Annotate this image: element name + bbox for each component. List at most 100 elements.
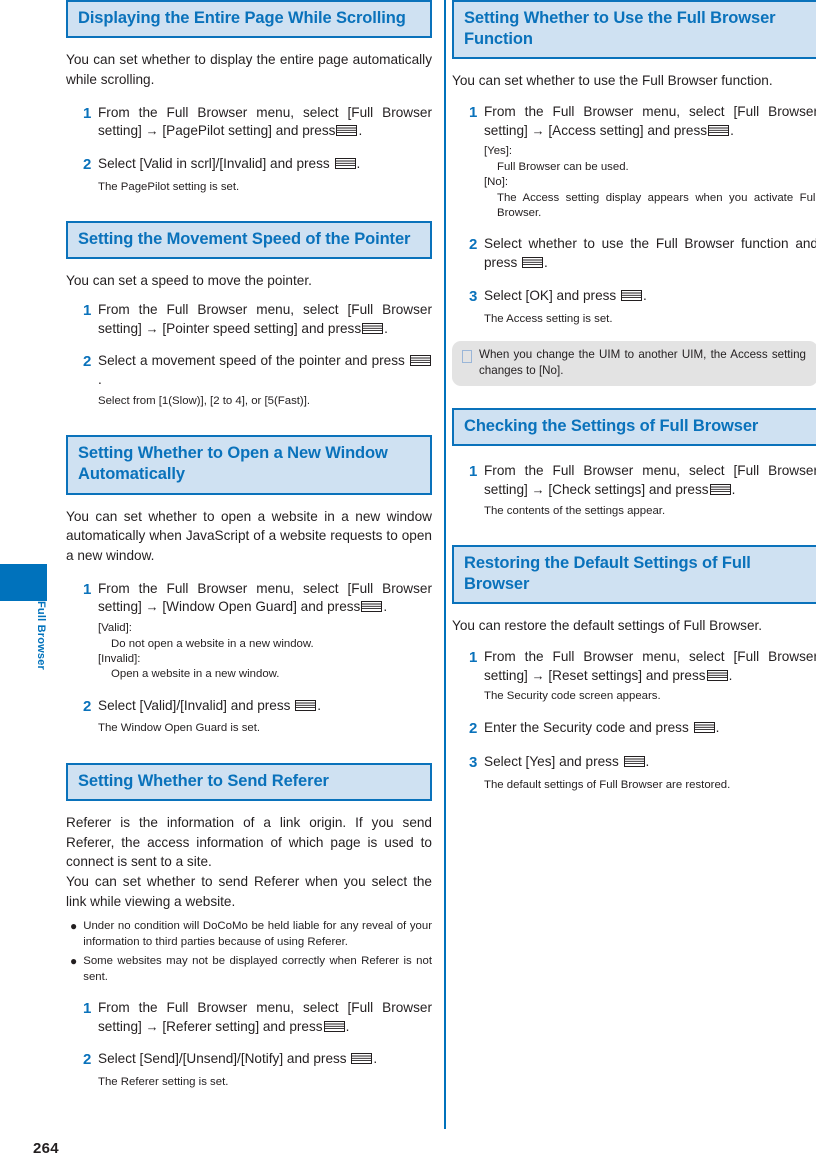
select-key-icon (323, 1020, 345, 1032)
step-item: 1 From the Full Browser menu, select [Fu… (66, 301, 432, 339)
step-text: From the Full Browser menu, select [Full… (98, 580, 432, 618)
step-text: Select [Valid in scrl]/[Invalid] and pre… (98, 155, 432, 174)
arrow-icon: → (145, 599, 159, 615)
arrow-icon: → (531, 481, 545, 497)
step-number: 3 (469, 287, 478, 305)
bullet-text: Under no condition will DoCoMo be held l… (83, 920, 432, 948)
section-heading-displaying-entire-page: Displaying the Entire Page While Scrolli… (66, 0, 432, 39)
step-text: Select whether to use the Full Browser f… (484, 235, 816, 273)
definition-description: Full Browser can be used. (497, 160, 629, 173)
note-marker-icon (462, 349, 472, 363)
step-item: 3 Select [OK] and press . (452, 287, 816, 308)
select-key-icon (336, 125, 358, 137)
section-heading-checking-settings: Checking the Settings of Full Browser (452, 407, 816, 447)
step-text-part-c: . (384, 320, 388, 336)
select-key-icon (623, 756, 645, 768)
step-text-part-c: . (728, 667, 733, 683)
step-text-part-c: . (730, 122, 734, 138)
step-text-part-c: . (317, 697, 321, 713)
select-key-icon (708, 124, 730, 136)
step-text-part-b: [Window Open Guard] and press (162, 599, 361, 615)
step-item: 1 From the Full Browser menu, select [Fu… (66, 104, 432, 142)
step-text-part-a: Select [Valid]/[Invalid] and press (98, 697, 291, 713)
step-item: 3 Select [Yes] and press . (452, 753, 816, 774)
arrow-icon: → (145, 1018, 159, 1034)
section-heading-send-referer: Setting Whether to Send Referer (66, 762, 432, 801)
column-divider (444, 0, 446, 1129)
step-text-part-b: [Check settings] and press (548, 481, 709, 497)
step-text: Select [Yes] and press . (484, 753, 816, 772)
note-box: When you change the UIM to another UIM, … (452, 340, 816, 386)
select-key-icon (361, 601, 383, 613)
select-key-icon (334, 158, 356, 170)
bullet-text: Some websites may not be displayed corre… (83, 955, 432, 983)
step-text-part-c: . (715, 719, 720, 735)
arrow-icon: → (531, 122, 545, 138)
step-item: 2 Enter the Security code and press . (452, 719, 816, 740)
step-item: 1 From the Full Browser menu, select [Fu… (452, 103, 816, 141)
step-text: From the Full Browser menu, select [Full… (98, 301, 432, 339)
step-text: Select a movement speed of the pointer a… (98, 352, 432, 390)
step-number: 2 (469, 719, 478, 737)
step-text-part-c: . (358, 123, 363, 139)
section2-intro-paragraph: You can set a speed to move the pointer. (66, 273, 312, 289)
section3-intro-paragraph: You can set whether to open a website in… (66, 508, 432, 563)
step-number: 1 (83, 104, 92, 122)
bullet-list-item: ● Under no condition will DoCoMo be held… (66, 919, 432, 950)
select-key-icon (295, 699, 317, 711)
step-item: 2 Select whether to use the Full Browser… (452, 235, 816, 273)
bullet-dot-icon: ● (70, 954, 78, 969)
step-number: 2 (83, 156, 92, 174)
bullet-dot-icon: ● (70, 919, 78, 934)
step-item: 1 From the Full Browser menu, select [Fu… (66, 999, 432, 1037)
step-text-part-c: . (544, 255, 548, 271)
step-number: 2 (83, 1051, 92, 1069)
step-text-part-c: . (98, 372, 102, 388)
select-key-icon (351, 1053, 373, 1065)
step-text: From the Full Browser menu, select [Full… (484, 103, 816, 141)
step-text-part-a: Select a movement speed of the pointer a… (98, 353, 405, 369)
step-result-text: The default settings of Full Browser are… (484, 779, 731, 792)
step-text-part-c: . (383, 599, 388, 615)
select-key-icon (522, 257, 544, 269)
step-text-part-a: Select [Valid in scrl]/[Invalid] and pre… (98, 156, 330, 172)
step-text-part-c: . (731, 481, 736, 497)
step-number: 2 (469, 236, 478, 254)
step-result-text: The Security code screen appears. (484, 690, 661, 703)
right-column: Setting Whether to Use the Full Browser … (452, 0, 816, 794)
rsection3-intro-paragraph: You can restore the default settings of … (452, 618, 763, 634)
arrow-icon: → (145, 320, 159, 336)
definition-term: [Invalid]: (98, 652, 141, 665)
step-text: From the Full Browser menu, select [Full… (98, 104, 432, 142)
step-text: From the Full Browser menu, select [Full… (484, 648, 816, 686)
section4-intro-paragraph-1: Referer is the information of a link ori… (66, 814, 432, 870)
definition-term: [Valid]: (98, 622, 132, 635)
step-text-part-b: [PagePilot setting] and press (162, 123, 336, 139)
step-result-text: The Referer setting is set. (98, 1076, 229, 1089)
select-key-icon (410, 355, 432, 367)
step-text-part-b: [Reset settings] and press (548, 667, 706, 683)
step-text: Select [Send]/[Unsend]/[Notify] and pres… (98, 1050, 432, 1069)
rsection1-intro-paragraph: You can set whether to use the Full Brow… (452, 73, 773, 89)
step-item: 1 From the Full Browser menu, select [Fu… (66, 580, 432, 618)
step-number: 2 (83, 697, 92, 715)
definition-description: Do not open a website in a new window. (111, 637, 314, 650)
arrow-icon: → (145, 123, 159, 139)
step-text-part-a: Enter the Security code and press (484, 719, 689, 735)
select-key-icon (709, 483, 731, 495)
select-key-icon (621, 289, 643, 301)
step-text-part-c: . (373, 1051, 378, 1067)
step-number: 3 (469, 754, 478, 772)
step-text-part-b: [Referer setting] and press (162, 1018, 323, 1034)
step-number: 1 (469, 463, 478, 481)
step-result-text: The Window Open Guard is set. (98, 722, 261, 735)
definition-description: The Access setting display appears when … (497, 191, 816, 219)
page-number: 264 (33, 1140, 59, 1157)
section-heading-use-full-browser: Setting Whether to Use the Full Browser … (452, 0, 816, 60)
step-item: 1 From the Full Browser menu, select [Fu… (452, 648, 816, 686)
definition-term: [No]: (484, 176, 509, 189)
select-key-icon (362, 322, 384, 334)
step-result-text: Select from [1(Slow)], [2 to 4], or [5(F… (98, 394, 311, 407)
step-text-part-b: [Access setting] and press (548, 122, 708, 138)
step-text-part-a: Select [Send]/[Unsend]/[Notify] and pres… (98, 1051, 347, 1067)
